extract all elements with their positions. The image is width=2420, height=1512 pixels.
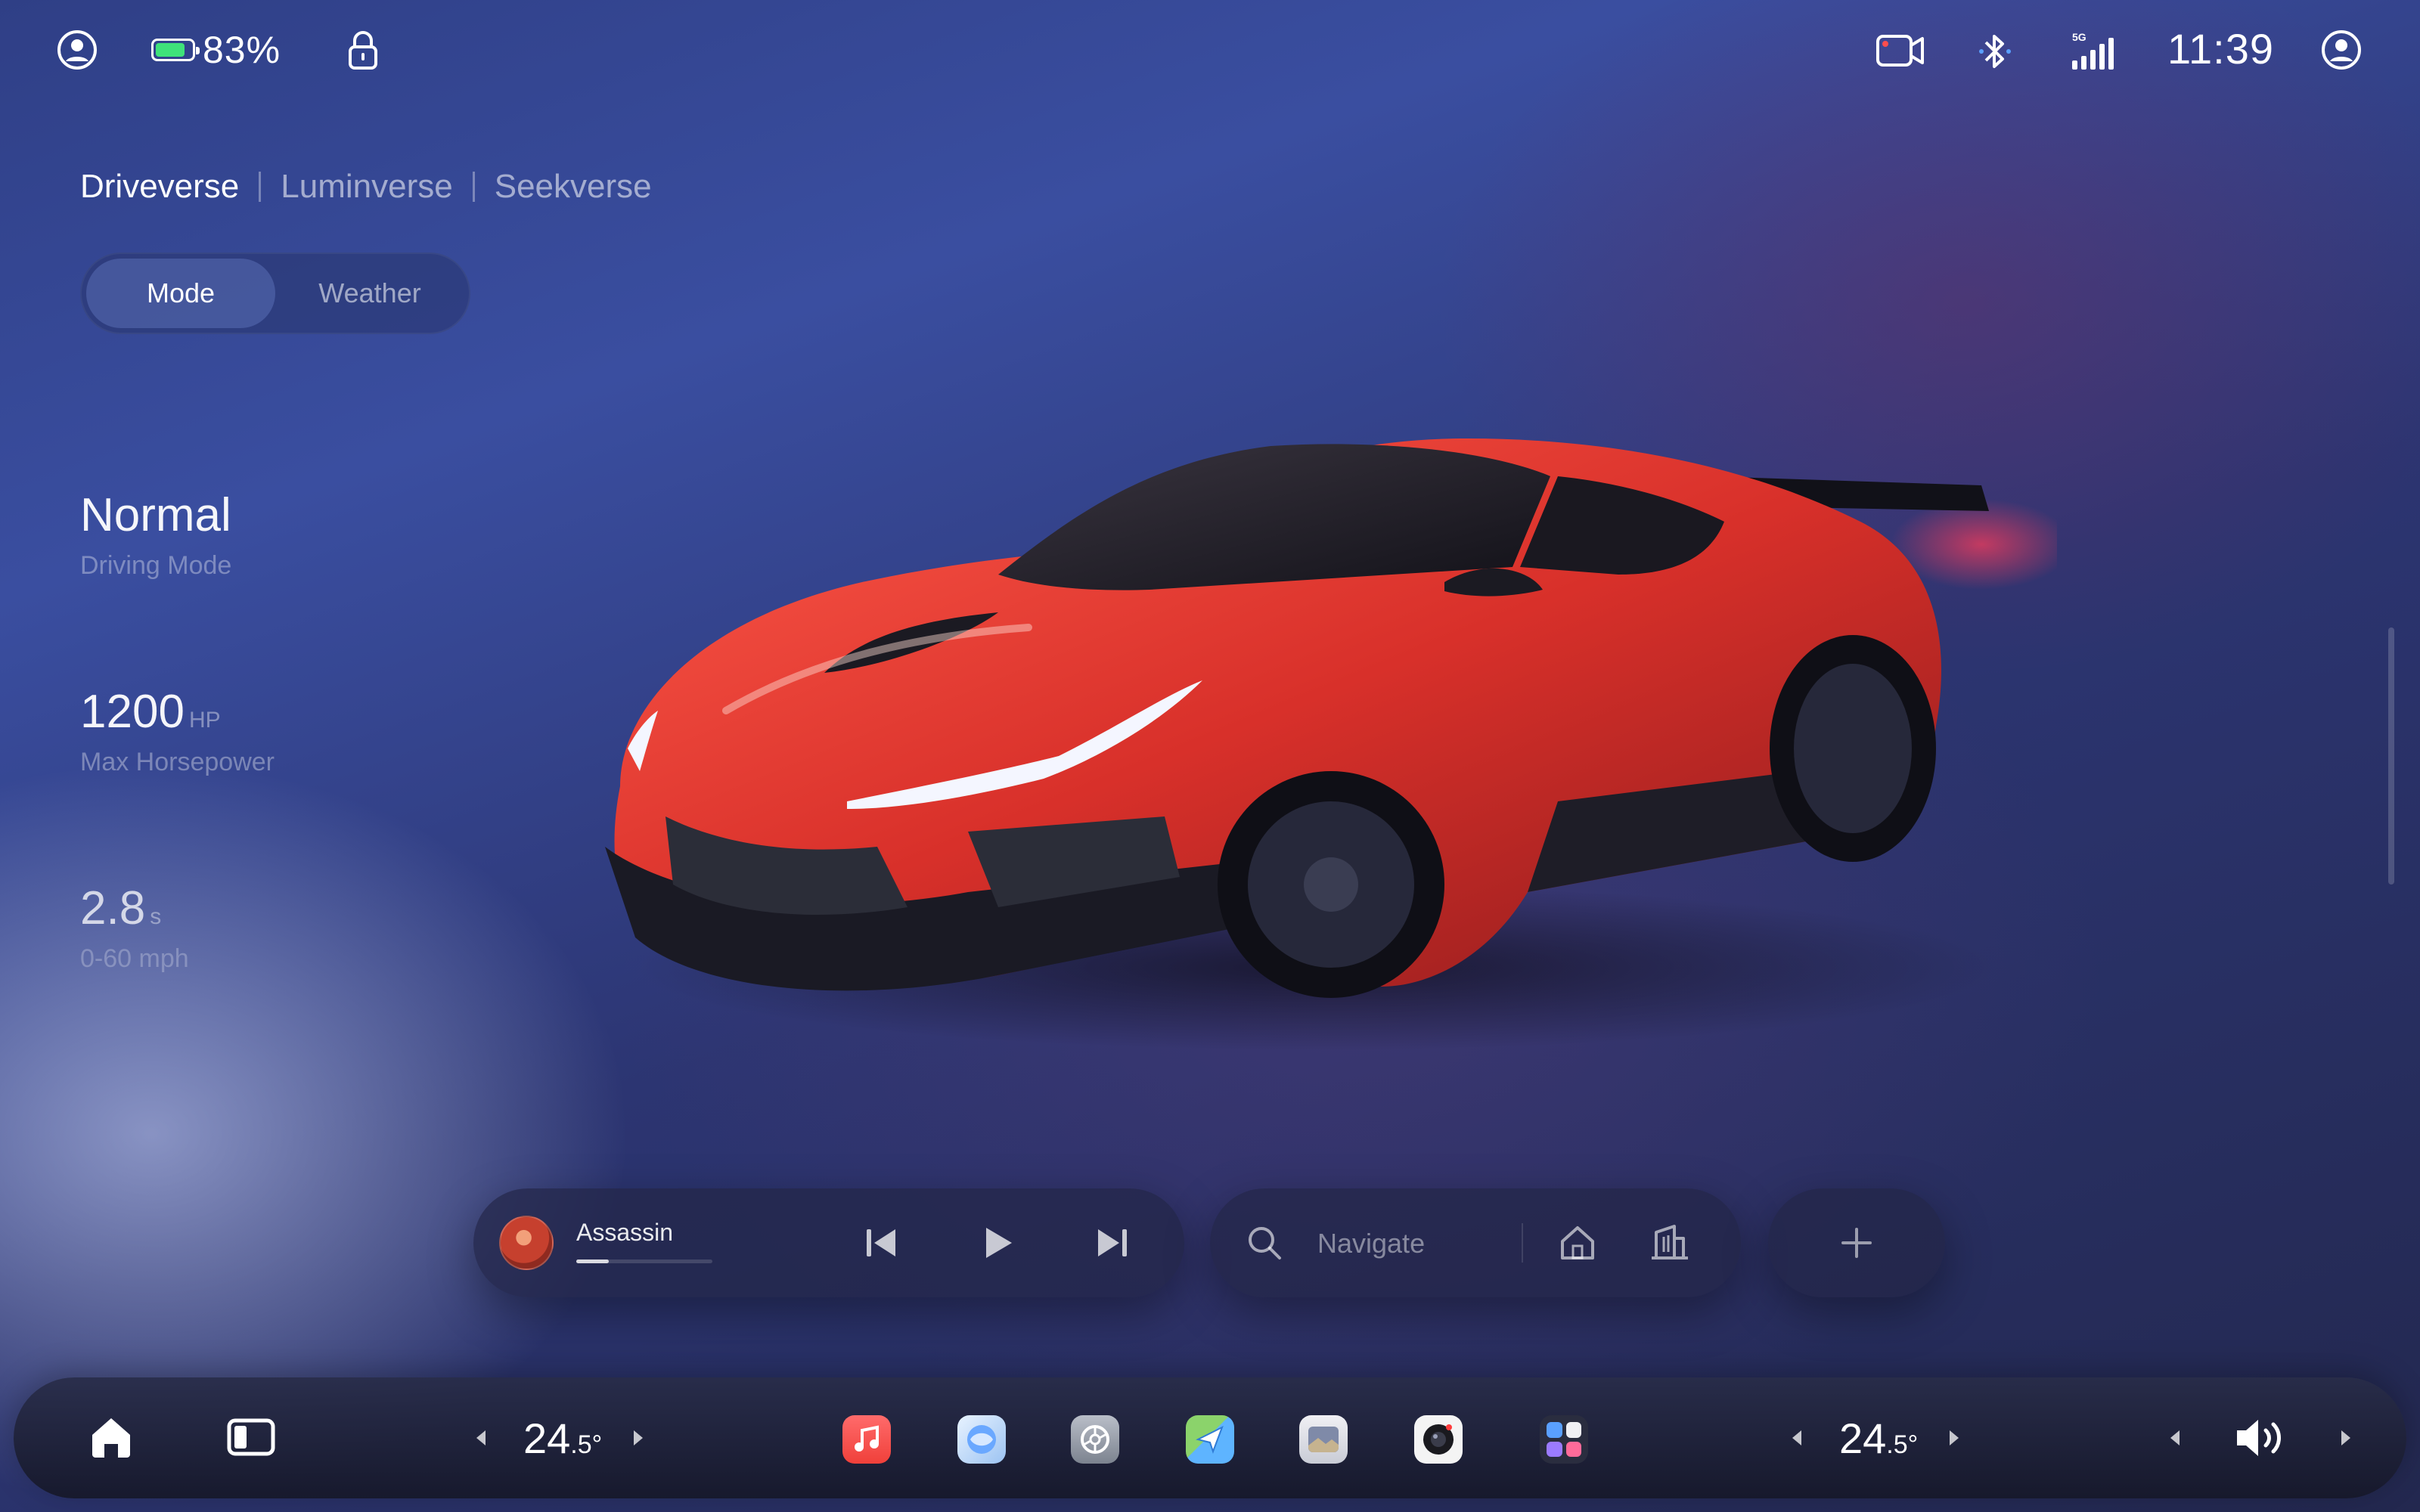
temp-main: 24 — [523, 1414, 571, 1462]
home-icon[interactable] — [88, 1414, 135, 1461]
stat-unit: s — [150, 904, 162, 929]
signal-label: 5G — [2072, 31, 2086, 43]
camera-recording-icon[interactable] — [1876, 32, 1925, 70]
plus-icon — [1841, 1228, 1872, 1258]
left-temperature-control: 24.5° — [467, 1411, 652, 1465]
segment-mode[interactable]: Mode — [86, 259, 275, 328]
app-grid-icon[interactable] — [1540, 1415, 1588, 1464]
right-temperature-control: 24.5° — [1783, 1411, 1968, 1465]
lock-icon[interactable] — [345, 29, 381, 71]
stat-label: Driving Mode — [80, 551, 232, 580]
music-player: Assassin — [473, 1188, 1184, 1297]
work-destination-icon[interactable] — [1649, 1222, 1691, 1264]
cellular-signal-icon: 5G — [2071, 30, 2118, 71]
gallery-app-icon[interactable] — [1299, 1415, 1348, 1464]
add-widget-button[interactable] — [1768, 1188, 1945, 1297]
album-art[interactable] — [499, 1216, 554, 1270]
stat-label: Max Horsepower — [80, 748, 275, 776]
bottom-dock: 24.5° 24.5° — [14, 1377, 2406, 1498]
volume-control — [2161, 1411, 2360, 1465]
stat-driving-mode: Normal Driving Mode — [80, 488, 231, 581]
navigate-input[interactable]: Navigate — [1317, 1228, 1425, 1259]
mode-weather-toggle: Mode Weather — [80, 253, 470, 334]
tab-luminverse[interactable]: Luminverse — [281, 168, 452, 206]
stat-horsepower: 1200 HP Max Horsepower — [80, 685, 275, 777]
temp-decimal: .5° — [570, 1430, 603, 1459]
tab-divider — [259, 172, 262, 202]
battery-indicator: 83% — [151, 29, 281, 71]
split-screen-icon[interactable] — [227, 1418, 275, 1456]
verse-tabs: Driveverse Luminverse Seekverse — [80, 168, 652, 206]
settings-app-icon[interactable] — [1071, 1415, 1119, 1464]
tab-driveverse[interactable]: Driveverse — [80, 168, 239, 206]
scroll-indicator[interactable] — [2388, 627, 2394, 885]
volume-up-icon[interactable] — [2334, 1425, 2360, 1451]
tab-seekverse[interactable]: Seekverse — [495, 168, 652, 206]
stat-acceleration: 2.8 s 0-60 mph — [80, 881, 189, 974]
previous-track-icon[interactable] — [858, 1219, 906, 1267]
stat-value: 1200 — [80, 686, 185, 738]
temp-decrease-left-icon[interactable] — [467, 1425, 493, 1451]
temp-decimal: .5° — [1886, 1430, 1919, 1459]
nav-divider — [1522, 1223, 1523, 1263]
speaker-icon[interactable] — [2234, 1415, 2287, 1461]
stat-label: 0-60 mph — [80, 944, 189, 973]
temp-increase-left-icon[interactable] — [626, 1425, 652, 1451]
volume-down-icon[interactable] — [2161, 1425, 2187, 1451]
siri-app-icon[interactable] — [957, 1415, 1006, 1464]
track-progress-bar[interactable] — [576, 1259, 712, 1263]
clock-time: 11:39 — [2167, 25, 2274, 73]
tab-divider — [472, 172, 475, 202]
status-bar: 83% 5G 11:39 — [0, 0, 2420, 106]
user-account-icon[interactable] — [2320, 29, 2363, 71]
maps-app-icon[interactable] — [1186, 1415, 1234, 1464]
music-app-icon[interactable] — [842, 1415, 891, 1464]
stat-unit: HP — [188, 708, 221, 733]
stat-value: Normal — [80, 489, 231, 541]
temp-decrease-right-icon[interactable] — [1783, 1425, 1809, 1451]
camera-app-icon[interactable] — [1414, 1415, 1463, 1464]
temp-main: 24 — [1839, 1414, 1887, 1462]
navigation-bar: Navigate — [1210, 1188, 1741, 1297]
home-destination-icon[interactable] — [1556, 1222, 1599, 1264]
search-icon[interactable] — [1245, 1223, 1284, 1263]
play-icon[interactable] — [974, 1219, 1022, 1267]
stat-value: 2.8 — [80, 882, 146, 934]
right-temperature: 24.5° — [1839, 1414, 1918, 1463]
battery-percent: 83% — [203, 29, 281, 71]
left-temperature: 24.5° — [523, 1414, 602, 1463]
next-track-icon[interactable] — [1087, 1219, 1136, 1267]
bluetooth-icon[interactable] — [1978, 30, 2012, 73]
car-render — [575, 393, 2072, 1074]
battery-icon — [151, 39, 200, 61]
profile-icon[interactable] — [56, 29, 98, 71]
segment-weather[interactable]: Weather — [275, 259, 464, 328]
track-title: Assassin — [576, 1219, 674, 1246]
temp-increase-right-icon[interactable] — [1942, 1425, 1968, 1451]
